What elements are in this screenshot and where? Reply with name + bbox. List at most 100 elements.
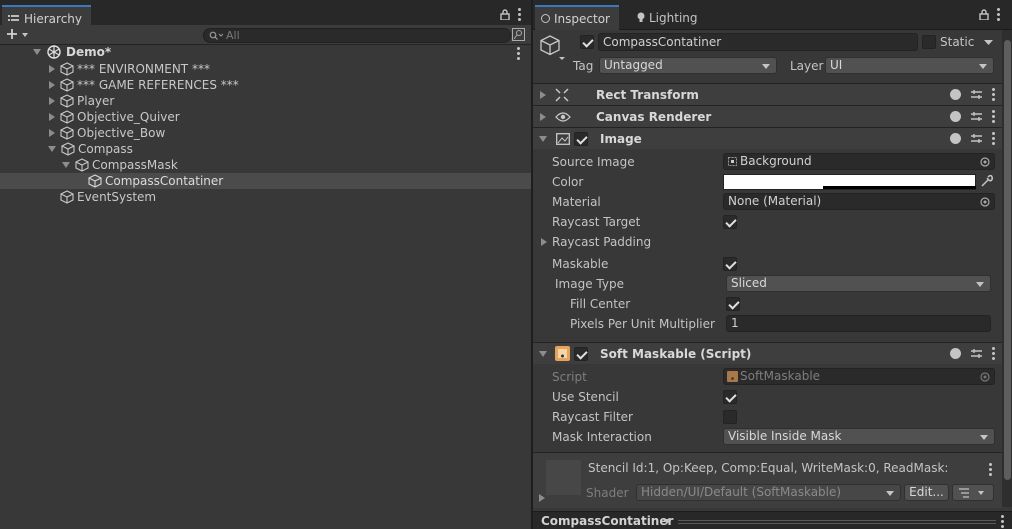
stencil-info-text: Stencil Id:1, Op:Keep, Comp:Equal, Write… [588,461,949,475]
add-create-icon[interactable] [6,28,30,41]
static-checkbox[interactable] [922,35,936,49]
component-header-rect-transform[interactable]: Rect Transform [533,83,1003,105]
soft-maskable-enabled-checkbox[interactable] [574,346,588,361]
gameobject-large-cube-icon[interactable] [539,34,565,62]
component-header-canvas-renderer[interactable]: Canvas Renderer [533,105,1003,127]
raycast-filter-checkbox[interactable] [723,410,737,424]
static-dropdown-arrow-icon[interactable] [984,40,993,46]
material-menu-icon[interactable] [989,463,992,476]
footer-menu-icon[interactable] [1001,515,1004,528]
help-icon[interactable] [950,348,961,359]
footer-object-name[interactable]: CompassContatiner [541,514,673,528]
use-stencil-checkbox[interactable] [723,390,737,404]
help-icon[interactable] [950,133,961,144]
component-menu-icon[interactable] [992,88,995,101]
component-menu-icon[interactable] [992,110,995,123]
scrollbar-thumb[interactable] [1004,40,1011,480]
component-menu-icon[interactable] [992,132,995,145]
expand-arrow-icon[interactable] [49,113,55,121]
preset-sliders-icon[interactable] [971,133,982,144]
material-field[interactable]: None (Material) [723,193,995,210]
edit-shader-button[interactable]: Edit... [904,484,949,501]
object-name-field[interactable]: CompassContatiner [598,33,918,51]
search-input[interactable]: All [203,28,511,43]
active-toggle-checkbox[interactable] [580,35,594,49]
raycast-padding-label: Raycast Padding [552,235,652,249]
search-by-type-icon[interactable] [512,28,525,41]
tab-inspector[interactable]: Inspector [535,5,619,30]
collapse-arrow-icon[interactable] [539,350,547,357]
fill-center-checkbox[interactable] [726,297,740,311]
raycast-target-checkbox[interactable] [723,215,737,229]
lock-icon[interactable] [500,9,510,20]
scene-options-icon[interactable] [517,47,520,60]
layer-dropdown[interactable]: UI [825,57,994,74]
more-options-icon[interactable] [997,8,1000,21]
help-icon[interactable] [950,89,961,100]
rect-transform-icon [555,87,569,102]
color-swatch[interactable] [723,174,976,190]
gameobject-cube-icon [61,142,75,156]
component-menu-icon[interactable] [992,347,995,360]
gameobject-cube-icon [60,190,74,204]
shader-options-button[interactable] [952,484,994,501]
list-item[interactable]: Objective_Quiver [0,109,531,125]
preset-sliders-icon[interactable] [971,348,982,359]
component-header-soft-maskable[interactable]: Soft Maskable (Script) [533,342,1003,364]
image-type-label: Image Type [555,277,624,291]
eyedropper-icon[interactable] [980,175,993,188]
footer-dropdown-arrow-icon[interactable] [663,519,671,524]
expand-arrow-icon[interactable] [49,129,55,137]
object-picker-icon[interactable] [980,157,990,167]
ppu-multiplier-field[interactable]: 1 [726,315,991,332]
tab-lighting[interactable]: Lighting [629,5,706,30]
expand-arrow-icon[interactable] [539,494,545,502]
image-enabled-checkbox[interactable] [574,131,588,146]
preset-sliders-icon[interactable] [971,89,982,100]
expand-arrow-icon[interactable] [540,112,546,121]
inspector-scrollbar[interactable] [1002,30,1012,507]
expand-arrow-icon[interactable] [33,49,41,55]
collapse-arrow-icon[interactable] [539,135,547,142]
maskable-checkbox[interactable] [723,257,737,271]
expand-arrow-icon[interactable] [540,90,546,99]
raycast-padding-row[interactable]: Raycast Padding [541,232,651,252]
component-header-image[interactable]: Image [533,127,1003,149]
list-item[interactable]: Compass [0,141,531,157]
table-row-selected[interactable]: CompassContatiner [0,173,531,189]
list-item[interactable]: EventSystem [0,189,531,205]
expand-arrow-icon[interactable] [49,65,55,73]
component-title: Image [600,131,642,146]
drag-handle[interactable] [678,520,996,521]
drag-handle[interactable] [678,523,996,524]
component-title: Soft Maskable (Script) [600,346,752,361]
list-item[interactable]: Player [0,93,531,109]
expand-arrow-icon[interactable] [62,162,70,168]
list-item[interactable]: Objective_Bow [0,125,531,141]
list-item[interactable]: *** ENVIRONMENT *** [0,61,531,77]
tab-inspector-label: Inspector [554,11,610,26]
expand-arrow-icon[interactable] [49,97,55,105]
list-item[interactable]: *** GAME REFERENCES *** [0,77,531,93]
mask-interaction-dropdown[interactable]: Visible Inside Mask [723,428,995,445]
help-icon[interactable] [950,111,961,122]
more-options-icon[interactable] [518,8,521,21]
source-image-field[interactable]: Background [723,153,995,170]
preset-sliders-icon[interactable] [971,111,982,122]
image-type-dropdown[interactable]: Sliced [726,275,991,292]
expand-arrow-icon[interactable] [48,146,56,152]
list-item-label: *** GAME REFERENCES *** [77,78,239,92]
script-icon [555,346,570,361]
list-dropdown-icon [959,488,984,498]
expand-arrow-icon[interactable] [541,238,547,246]
lock-icon[interactable] [979,9,989,20]
expand-arrow-icon[interactable] [49,81,55,89]
unity-scene-icon [47,45,61,59]
list-item[interactable]: CompassMask [0,157,531,173]
scene-root-row[interactable]: Demo* [0,44,531,60]
list-item-label: Objective_Quiver [77,110,180,124]
object-picker-icon[interactable] [980,197,990,207]
tab-hierarchy-label: Hierarchy [24,11,83,26]
tag-dropdown[interactable]: Untagged [599,57,777,74]
tag-label: Tag [573,59,594,73]
